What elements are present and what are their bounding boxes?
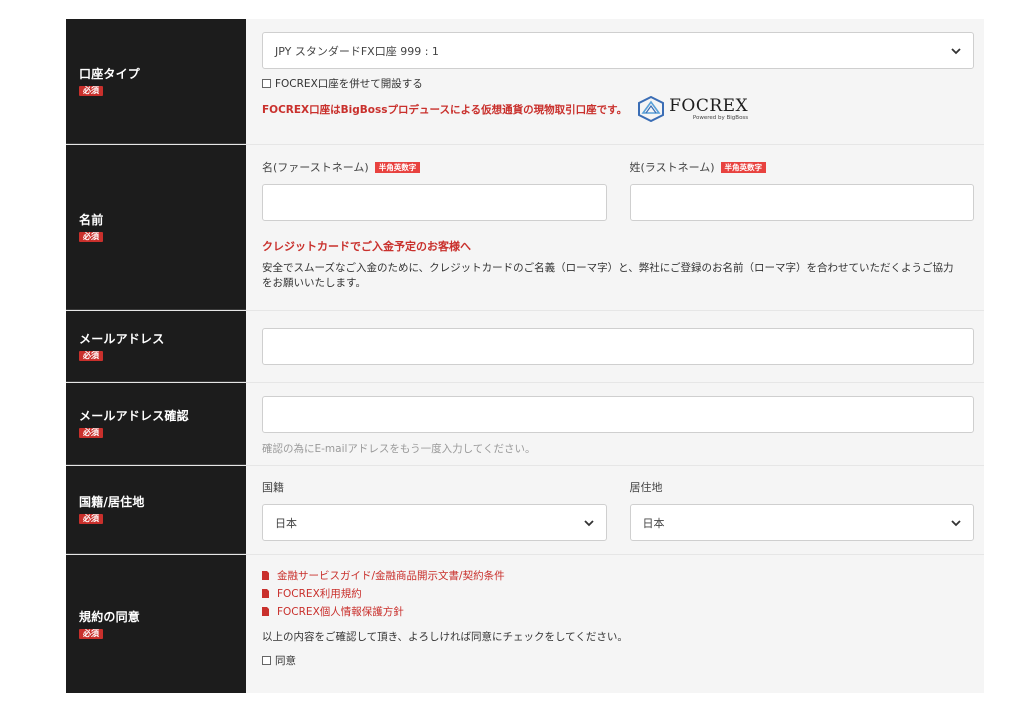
field-cell: 確認の為にE-mailアドレスをもう一度入力してください。 [246, 383, 984, 465]
checkbox-label: 同意 [275, 655, 296, 667]
label-cell: 規約の同意 必須 [66, 555, 246, 693]
document-icon [262, 588, 269, 598]
checkbox-box[interactable] [262, 79, 271, 88]
required-badge: 必須 [79, 514, 103, 524]
field-cell: 国籍 日本 居住地 日本 [246, 466, 984, 554]
field-cell: 金融サービスガイド/金融商品開示文書/契約条件 FOCREX利用規約 FOCRE… [246, 555, 984, 693]
field-cell [246, 311, 984, 382]
focrex-open-checkbox[interactable]: FOCREX口座を併せて開設する [262, 76, 974, 91]
registration-form: 口座タイプ 必須 JPY スタンダードFX口座 999 : 1 FOCREX口座… [66, 19, 984, 693]
label-cell: 国籍/居住地 必須 [66, 466, 246, 554]
row-email-confirm: メールアドレス確認 必須 確認の為にE-mailアドレスをもう一度入力してくださ… [66, 383, 984, 466]
row-terms: 規約の同意 必須 金融サービスガイド/金融商品開示文書/契約条件 FOCREX利… [66, 555, 984, 693]
row-name: 名前 必須 名(ファーストネーム) 半角英数字 姓(ラストネーム) 半角英数字 [66, 145, 984, 311]
card-note: 安全でスムーズなご入金のために、クレジットカードのご名義（ローマ字）と、弊社にご… [262, 262, 954, 289]
checkbox-label: FOCREX口座を併せて開設する [275, 78, 423, 90]
last-name-label-text: 姓(ラストネーム) [629, 161, 715, 174]
residence-select[interactable]: 日本 [629, 504, 974, 541]
row-account-type: 口座タイプ 必須 JPY スタンダードFX口座 999 : 1 FOCREX口座… [66, 19, 984, 145]
nationality-label: 国籍 [262, 481, 284, 494]
row-country: 国籍/居住地 必須 国籍 日本 居住地 日本 [66, 466, 984, 555]
field-label: 名前 [79, 212, 104, 227]
row-email: メールアドレス 必須 [66, 311, 984, 383]
nationality-select[interactable]: 日本 [262, 504, 607, 541]
select-value: 日本 [642, 516, 665, 530]
focrex-logo-icon [638, 96, 665, 122]
field-cell: JPY スタンダードFX口座 999 : 1 FOCREX口座を併せて開設する … [246, 19, 984, 144]
terms-link-guide[interactable]: 金融サービスガイド/金融商品開示文書/契約条件 [262, 566, 974, 584]
required-badge: 必須 [79, 231, 103, 242]
link-text: FOCREX利用規約 [277, 587, 362, 600]
card-heading: クレジットカードでご入金予定のお客様へ [262, 240, 471, 253]
halfwidth-tag: 半角英数字 [720, 161, 767, 173]
select-value: JPY スタンダードFX口座 999 : 1 [275, 44, 439, 58]
select-value: 日本 [275, 516, 297, 530]
promo-text: FOCREX口座はBigBossプロデュースによる仮想通貨の現物取引口座です。 [262, 103, 628, 116]
field-label: 国籍/居住地 [79, 495, 145, 509]
required-badge: 必須 [79, 628, 103, 639]
required-badge: 必須 [79, 85, 103, 96]
chevron-down-icon [951, 519, 961, 526]
document-icon [262, 570, 269, 580]
last-name-label: 姓(ラストネーム) 半角英数字 [630, 160, 975, 174]
logo-word: FOCREX [669, 95, 749, 116]
focrex-promo: FOCREX口座はBigBossプロデュースによる仮想通貨の現物取引口座です。 … [262, 96, 974, 122]
first-name-label-text: 名(ファーストネーム) [262, 161, 369, 174]
focrex-logo: FOCREX Powered by BigBoss [637, 96, 748, 122]
agree-checkbox[interactable]: 同意 [262, 653, 974, 668]
checkbox-box[interactable] [262, 656, 271, 665]
field-label: メールアドレス [79, 331, 165, 346]
field-label: メールアドレス確認 [79, 409, 189, 423]
required-badge: 必須 [79, 428, 103, 438]
residence-label: 居住地 [629, 481, 663, 494]
label-cell: メールアドレス確認 必須 [66, 383, 246, 465]
email-confirm-hint: 確認の為にE-mailアドレスをもう一度入力してください。 [262, 443, 536, 455]
terms-link-focrex-terms[interactable]: FOCREX利用規約 [262, 584, 974, 602]
logo-sub: Powered by BigBoss [692, 114, 749, 121]
field-label: 規約の同意 [79, 609, 141, 624]
account-type-select[interactable]: JPY スタンダードFX口座 999 : 1 [262, 32, 974, 69]
last-name-input[interactable] [629, 184, 974, 221]
terms-note: 以上の内容をご確認して頂き、よろしければ同意にチェックをしてください。 [262, 631, 628, 643]
email-confirm-input[interactable] [262, 396, 974, 433]
field-label: 口座タイプ [79, 66, 141, 81]
document-icon [262, 606, 269, 616]
first-name-label: 名(ファーストネーム) 半角英数字 [262, 160, 607, 174]
field-cell: 名(ファーストネーム) 半角英数字 姓(ラストネーム) 半角英数字 クレジットカ… [246, 145, 984, 310]
required-badge: 必須 [79, 350, 103, 361]
email-input[interactable] [262, 328, 974, 365]
label-cell: メールアドレス 必須 [66, 311, 246, 382]
terms-link-privacy[interactable]: FOCREX個人情報保護方針 [262, 602, 974, 620]
chevron-down-icon [951, 47, 961, 54]
first-name-input[interactable] [262, 184, 607, 221]
link-text: 金融サービスガイド/金融商品開示文書/契約条件 [277, 569, 505, 582]
chevron-down-icon [583, 519, 594, 526]
label-cell: 名前 必須 [66, 145, 246, 310]
link-text: FOCREX個人情報保護方針 [277, 605, 404, 618]
label-cell: 口座タイプ 必須 [66, 19, 246, 144]
halfwidth-tag: 半角英数字 [374, 161, 421, 173]
